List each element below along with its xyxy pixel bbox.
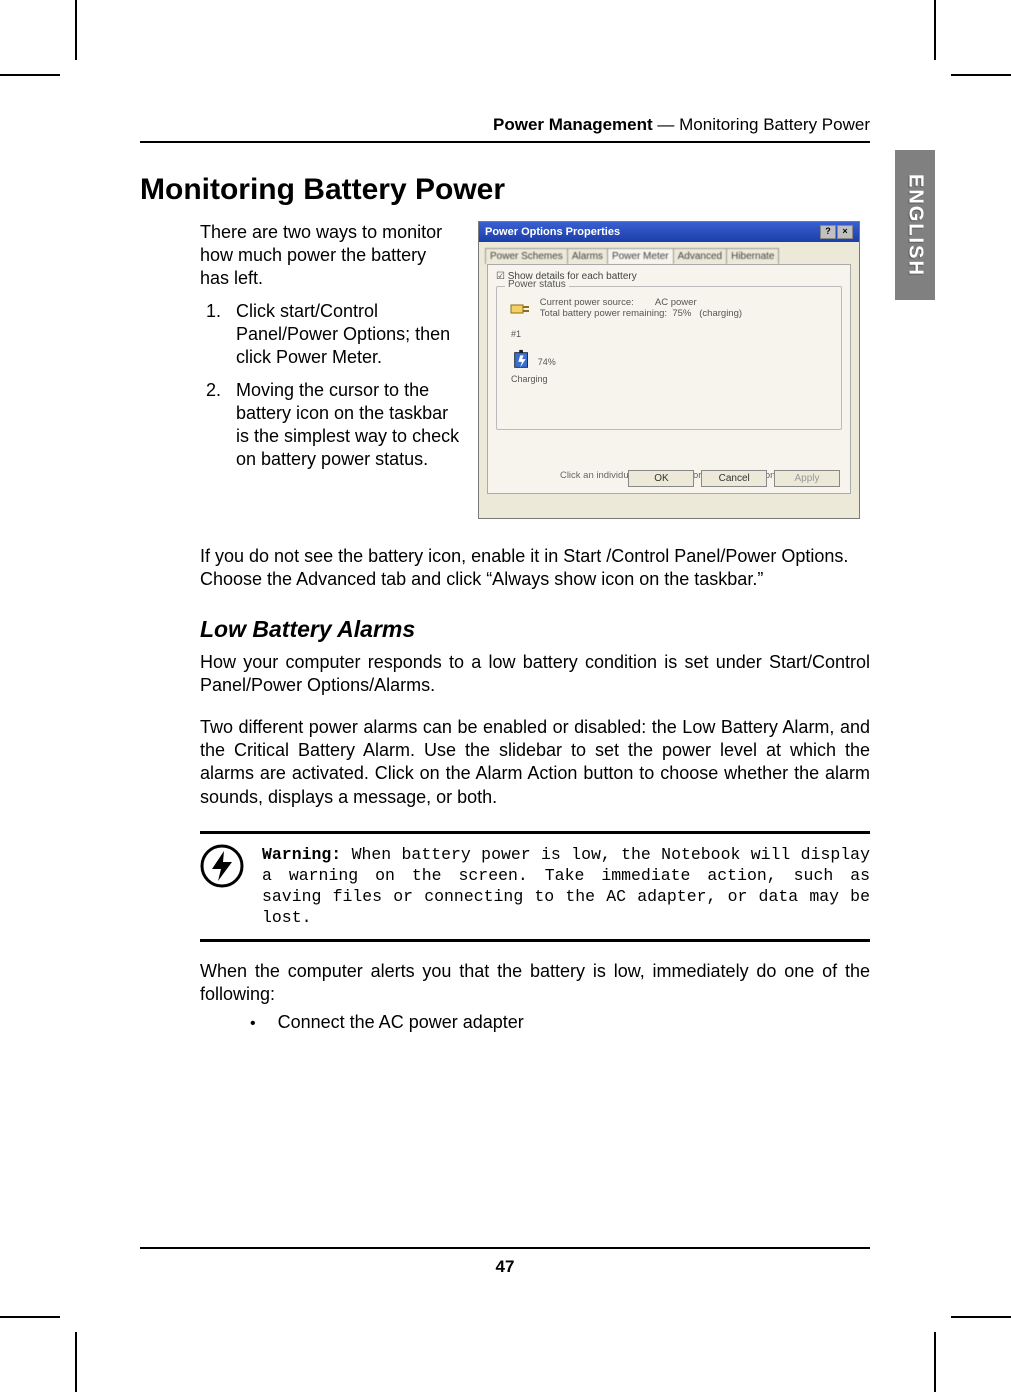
list-item: Click start/Control Panel/Power Options;… <box>226 300 460 369</box>
line2-value: 75% <box>672 308 691 319</box>
crop-mark <box>951 74 1011 76</box>
lightning-icon <box>200 844 244 888</box>
cancel-button: Cancel <box>701 470 767 487</box>
crop-mark <box>75 1332 77 1392</box>
line1-label: Current power source: <box>540 297 634 308</box>
two-column-block: There are two ways to monitor how much p… <box>200 221 870 519</box>
screenshot-tabs: Power SchemesAlarmsPower MeterAdvancedHi… <box>479 242 859 264</box>
language-tab: ENGLISH <box>895 150 935 300</box>
crop-mark <box>75 0 77 60</box>
intro-paragraph: There are two ways to monitor how much p… <box>200 221 460 290</box>
tab-advanced: Advanced <box>673 248 727 264</box>
tab-hibernate: Hibernate <box>726 248 779 264</box>
battery-icon <box>511 349 533 371</box>
left-column: There are two ways to monitor how much p… <box>200 221 460 519</box>
list-item: Moving the cursor to the battery icon on… <box>226 379 460 471</box>
help-icon: ? <box>820 225 836 239</box>
crop-mark <box>934 0 936 60</box>
after-screenshot-paragraph: If you do not see the battery icon, enab… <box>200 545 870 592</box>
crop-mark <box>951 1316 1011 1318</box>
line1-value: AC power <box>655 297 697 308</box>
paragraph: When the computer alerts you that the ba… <box>200 960 870 1007</box>
warning-block: Warning: When battery power is low, the … <box>200 831 870 941</box>
running-header: Power Management — Monitoring Battery Po… <box>140 115 870 143</box>
battery-num: #1 <box>511 329 835 339</box>
bullet-list: • Connect the AC power adapter <box>250 1012 870 1033</box>
header-section: Power Management <box>493 115 653 134</box>
tab-power-schemes: Power Schemes <box>485 248 568 264</box>
page: ENGLISH Power Management — Monitoring Ba… <box>0 0 1011 1392</box>
line2-label: Total battery power remaining: <box>540 308 667 319</box>
header-topic: Monitoring Battery Power <box>679 115 870 134</box>
apply-button: Apply <box>774 470 840 487</box>
line2-state: (charging) <box>699 308 742 319</box>
footer-rule <box>140 1247 870 1249</box>
paragraph: How your computer responds to a low batt… <box>200 651 870 698</box>
crop-mark <box>0 1316 60 1318</box>
warning-text: Warning: When battery power is low, the … <box>262 844 870 928</box>
screenshot-titlebar: Power Options Properties ?× <box>479 222 859 242</box>
battery-state: Charging <box>511 374 835 384</box>
power-options-screenshot: Power Options Properties ?× Power Scheme… <box>478 221 860 519</box>
list-item: • Connect the AC power adapter <box>250 1012 870 1033</box>
screenshot-title: Power Options Properties <box>485 226 620 238</box>
status-lines: Current power source: AC power Total bat… <box>540 297 742 319</box>
page-number: 47 <box>496 1257 515 1276</box>
header-sep: — <box>653 115 679 134</box>
steps-list: Click start/Control Panel/Power Options;… <box>200 300 460 471</box>
window-buttons: ?× <box>819 225 853 239</box>
content-area: Power Management — Monitoring Battery Po… <box>140 115 870 1033</box>
screenshot-buttons: OK Cancel Apply <box>624 470 840 487</box>
tab-alarms: Alarms <box>567 248 608 264</box>
page-title: Monitoring Battery Power <box>140 173 870 207</box>
plug-icon <box>509 297 533 321</box>
bullet-icon: • <box>250 1015 256 1033</box>
warning-body: When battery power is low, the Notebook … <box>262 845 870 927</box>
battery-pct: 74% <box>538 357 556 367</box>
ok-button: OK <box>628 470 694 487</box>
paragraph: Two different power alarms can be enable… <box>200 716 870 810</box>
crop-mark <box>0 74 60 76</box>
subheading-low-battery: Low Battery Alarms <box>200 616 870 643</box>
bullet-text: Connect the AC power adapter <box>278 1012 524 1033</box>
close-icon: × <box>837 225 853 239</box>
page-footer: 47 <box>140 1247 870 1277</box>
warning-label: Warning: <box>262 845 341 864</box>
crop-mark <box>934 1332 936 1392</box>
power-status-group: Power status Current power source: AC po… <box>496 286 842 430</box>
tab-power-meter: Power Meter <box>607 248 674 264</box>
screenshot-body: ☑ Show details for each battery Power st… <box>487 264 851 494</box>
group-title: Power status <box>505 279 569 290</box>
